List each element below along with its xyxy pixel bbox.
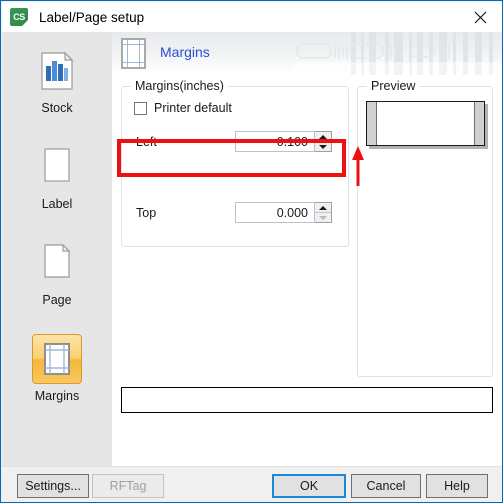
sidebar-item-page[interactable]: Page <box>2 224 112 320</box>
sidebar-item-label: Margins <box>34 389 80 403</box>
page-icon <box>32 238 82 288</box>
preview-page-graphic <box>366 101 485 146</box>
sidebar-item-label: Stock <box>41 101 73 115</box>
pane-header: Margins <box>112 32 502 75</box>
label-icon <box>32 142 82 192</box>
top-margin-increment-button[interactable] <box>315 203 331 213</box>
cancel-button[interactable]: Cancel <box>351 474 421 498</box>
category-sidebar: Stock Label Page Margins <box>2 32 112 466</box>
top-margin-spinner[interactable] <box>235 202 332 223</box>
label-page-setup-dialog: CS Label/Page setup Stock Label Page Mar… <box>0 0 503 503</box>
margins-group-box: Margins(inches) Printer default Left Top <box>121 79 349 247</box>
top-margin-input[interactable] <box>235 202 315 223</box>
title-bar: CS Label/Page setup <box>2 2 502 32</box>
help-button[interactable]: Help <box>426 474 488 498</box>
sidebar-item-label[interactable]: Label <box>2 128 112 224</box>
margins-page-icon <box>121 38 146 69</box>
app-cs-icon: CS <box>10 8 28 26</box>
printer-default-checkbox-row[interactable]: Printer default <box>134 101 232 115</box>
barcode-watermark-graphic <box>293 32 502 75</box>
preview-right-margin-bar <box>474 102 484 145</box>
close-icon[interactable] <box>457 2 502 32</box>
preview-left-margin-bar <box>367 102 377 145</box>
left-margin-decrement-button[interactable] <box>315 142 331 151</box>
top-margin-spin-buttons <box>315 202 332 223</box>
sidebar-item-label: Label <box>41 197 73 211</box>
window-title: Label/Page setup <box>39 9 145 25</box>
sidebar-item-label: Page <box>42 293 72 307</box>
margins-group-title: Margins(inches) <box>131 79 228 93</box>
status-message-box <box>121 387 493 413</box>
left-margin-input[interactable] <box>235 131 315 152</box>
top-margin-decrement-button <box>315 213 331 222</box>
sidebar-item-stock[interactable]: Stock <box>2 32 112 128</box>
sidebar-item-margins[interactable]: Margins <box>2 320 112 416</box>
left-margin-spinner[interactable] <box>235 131 332 152</box>
dialog-footer: Settings... RFTag OK Cancel Help <box>2 466 502 502</box>
stock-icon <box>32 46 82 96</box>
page-title: Margins <box>160 44 210 60</box>
content-pane: Margins Margins(inches) Printer default … <box>112 32 502 466</box>
preview-group-title: Preview <box>367 79 420 93</box>
rftag-button: RFTag <box>92 474 164 498</box>
ok-button[interactable]: OK <box>272 474 346 498</box>
left-margin-label: Left <box>136 135 157 149</box>
printer-default-label: Printer default <box>154 101 232 115</box>
left-margin-spin-buttons <box>315 131 332 152</box>
top-margin-label: Top <box>136 206 157 220</box>
settings-button[interactable]: Settings... <box>17 474 89 498</box>
printer-default-checkbox[interactable] <box>134 101 147 115</box>
left-margin-increment-button[interactable] <box>315 132 331 142</box>
margins-icon <box>32 334 82 384</box>
preview-group-box: Preview <box>357 79 493 377</box>
